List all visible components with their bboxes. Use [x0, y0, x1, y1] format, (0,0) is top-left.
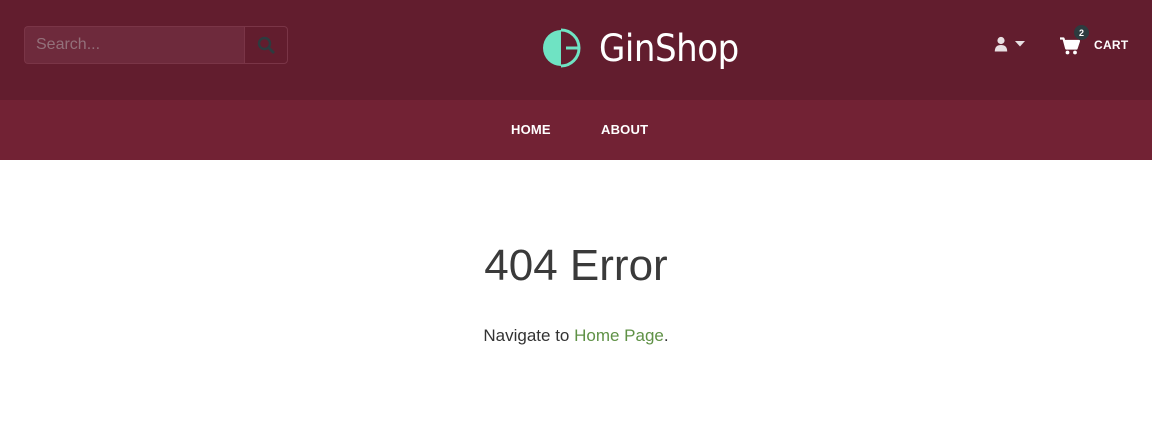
cart-icon-wrapper: 2 — [1060, 25, 1089, 60]
search-button[interactable] — [244, 26, 288, 64]
brand-name: GinShop — [599, 26, 739, 70]
search-form — [24, 26, 288, 64]
cart-link[interactable]: 2 CART — [1060, 25, 1129, 60]
message-suffix: . — [663, 326, 669, 345]
error-message: Navigate to Home Page. — [0, 326, 1152, 346]
cart-icon — [1060, 37, 1080, 55]
brand-logo[interactable]: GinShop — [541, 20, 751, 76]
home-page-link[interactable]: Home Page — [574, 326, 664, 345]
search-input[interactable] — [24, 26, 244, 64]
main-nav: HOME ABOUT — [0, 100, 1152, 160]
nav-link-about[interactable]: ABOUT — [601, 122, 648, 137]
top-header: GinShop 2 CART — [0, 0, 1152, 100]
search-icon — [257, 36, 275, 54]
user-icon — [994, 36, 1008, 52]
caret-down-icon — [1015, 41, 1025, 47]
main-content: 404 Error Navigate to Home Page. — [0, 160, 1152, 444]
cart-count-badge: 2 — [1074, 25, 1089, 40]
ginshop-logo-icon — [543, 28, 581, 68]
page-title: 404 Error — [484, 241, 668, 290]
cart-label: CART — [1094, 38, 1129, 52]
user-menu-toggle[interactable] — [994, 36, 1025, 52]
message-prefix: Navigate to — [483, 326, 575, 345]
nav-link-home[interactable]: HOME — [511, 122, 551, 137]
